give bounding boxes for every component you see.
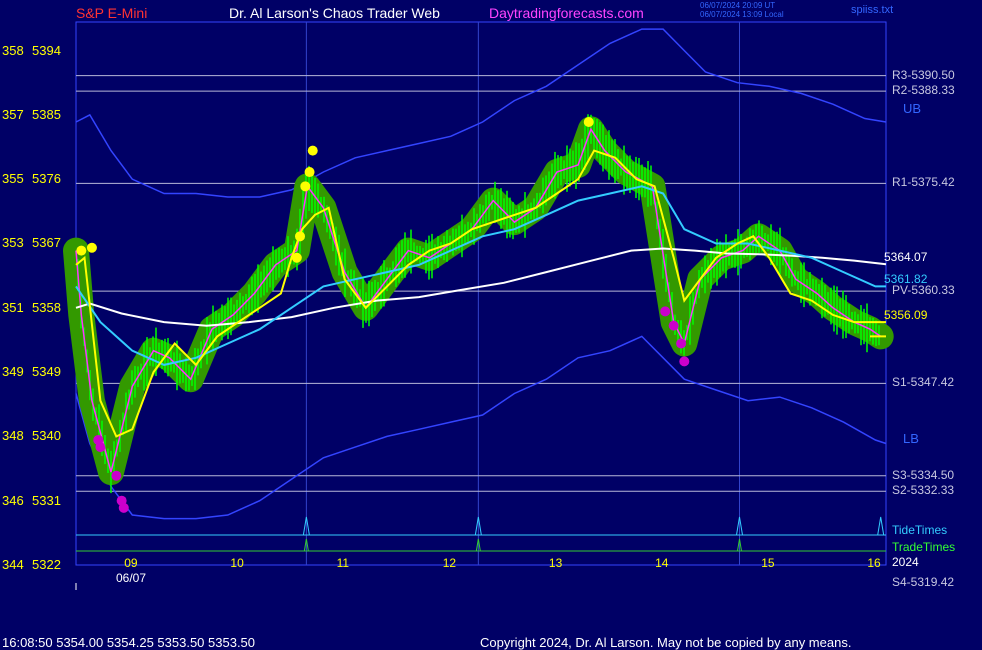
x-tick-label: 15 (761, 556, 775, 570)
site-title: Dr. Al Larson's Chaos Trader Web (229, 5, 440, 21)
y-tick-left: 357 (2, 106, 24, 122)
y-tick-price: 5349 (32, 364, 61, 380)
y-tick-left: 349 (2, 364, 24, 380)
timestamp-utc: 06/07/2024 20:09 UT (700, 1, 776, 10)
y-tick-left: 344 (2, 557, 24, 572)
x-tick-label: 10 (230, 556, 244, 570)
y-tick-price: 5340 (32, 428, 61, 444)
lower-band-label: LB (903, 431, 919, 446)
high-marker (300, 181, 311, 192)
y-tick-left: 353 (2, 235, 24, 251)
date-label: 06/07 (116, 571, 147, 585)
y-tick-label: 357 5385 (2, 108, 61, 121)
x-tick-label: 13 (548, 556, 563, 570)
y-tick-price: 5394 (32, 42, 61, 58)
y-tick-left: 358 (2, 42, 24, 58)
y-tick-label: 348 5340 (2, 429, 61, 442)
y-tick-label: 349 5349 (2, 365, 61, 378)
upper-band-label: UB (903, 101, 922, 116)
last-quote: 16:08:50 5354.00 5354.25 5353.50 5353.50 (2, 635, 256, 650)
symbol-title: S&P E-Mini (76, 5, 148, 21)
pivot-label: S1-5347.42 (892, 375, 955, 390)
last-value-label: 5361.82 (884, 272, 928, 287)
high-marker (583, 117, 594, 128)
y-tick-left: 346 (2, 492, 24, 508)
y-tick-price: 5385 (32, 106, 61, 122)
x-tick-label: 12 (442, 556, 457, 570)
y-tick-label: 344 5322 (2, 558, 61, 571)
x-tick-label: 14 (655, 556, 669, 570)
y-tick-left: 348 (2, 428, 24, 444)
last-value-label: 5364.07 (884, 250, 928, 265)
year-label: 2024 (892, 555, 919, 569)
x-tick-label: 11 (336, 556, 350, 570)
data-file-name: spiiss.txt (851, 4, 894, 16)
low-marker (679, 356, 690, 367)
y-tick-label: 358 5394 (2, 44, 61, 57)
low-marker (118, 502, 129, 513)
timestamp-local: 06/07/2024 13:09 Local (700, 10, 784, 19)
y-tick-left: 355 (2, 171, 24, 187)
tide-times-label: TideTimes (892, 523, 948, 537)
y-tick-left: 351 (2, 299, 24, 315)
high-marker (86, 242, 97, 253)
chart (0, 0, 982, 650)
high-marker (76, 245, 87, 256)
y-tick-price: 5376 (32, 171, 61, 187)
x-tick-label: 09 (124, 556, 138, 570)
high-marker (304, 167, 315, 178)
low-marker (668, 320, 679, 331)
pivot-label: S2-5332.33 (892, 483, 955, 498)
site-url[interactable]: Daytradingforecasts.com (489, 6, 644, 20)
pivot-label: R1-5375.42 (892, 175, 955, 190)
y-tick-label: 355 5376 (2, 172, 61, 185)
pivot-label: S4-5319.42 (892, 575, 955, 590)
last-value-label: 5356.09 (884, 308, 928, 323)
y-tick-label: 346 5331 (2, 494, 61, 507)
pivot-label: S3-5334.50 (892, 467, 955, 482)
y-tick-label: 353 5367 (2, 236, 61, 249)
low-marker (660, 306, 671, 317)
copyright-notice: Copyright 2024, Dr. Al Larson. May not b… (480, 635, 852, 650)
y-tick-label: 351 5358 (2, 301, 61, 314)
pivot-label: R3-5390.50 (892, 67, 955, 82)
low-marker (95, 442, 106, 453)
x-tick-label: 16 (867, 556, 881, 570)
y-tick-price: 5331 (32, 492, 61, 508)
trade-times-label: TradeTimes (892, 540, 956, 554)
high-marker (307, 145, 318, 156)
pivot-label: R2-5388.33 (892, 83, 955, 98)
y-tick-price: 5358 (32, 299, 61, 315)
high-marker (294, 231, 305, 242)
low-marker (111, 470, 122, 481)
y-tick-price: 5322 (32, 557, 61, 572)
y-tick-price: 5367 (32, 235, 61, 251)
low-marker (676, 338, 687, 349)
high-marker (291, 252, 302, 263)
